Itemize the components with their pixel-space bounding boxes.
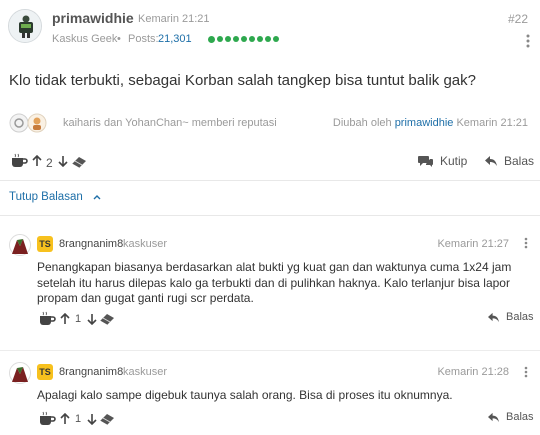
reputation-bar xyxy=(208,35,279,43)
comment-line: Penangkapan biasanya berdasarkan alat bu… xyxy=(37,260,512,274)
reply-label: Balas xyxy=(504,154,535,168)
comment-rank: kaskuser xyxy=(123,238,168,250)
reputation-giver-avatars[interactable] xyxy=(8,112,50,134)
user-avatar[interactable] xyxy=(8,9,42,43)
quote-label: Kutip xyxy=(440,154,468,168)
edited-label: Diubah oleh xyxy=(332,117,392,129)
comment-reply-button[interactable]: Balas xyxy=(487,311,534,323)
vote-count: 1 xyxy=(75,413,82,425)
coffee-cup-icon[interactable] xyxy=(39,411,57,427)
ts-badge: TS xyxy=(37,364,53,380)
comment-time: Kemarin 21:28 xyxy=(437,366,509,378)
posts-label: Posts: xyxy=(128,33,159,45)
reply-label: Balas xyxy=(506,411,534,423)
comment-line: propam dan gugat ganti rugi scr perdata. xyxy=(37,291,254,305)
coffee-cup-icon[interactable] xyxy=(11,153,29,169)
comment-line: Apalagi kalo sampe digebuk taunya salah … xyxy=(37,388,453,402)
comment-avatar[interactable] xyxy=(9,362,31,384)
vote-count: 2 xyxy=(46,156,53,170)
eraser-icon[interactable] xyxy=(70,155,88,169)
arrow-down-icon[interactable] xyxy=(58,155,68,167)
reply-arrow-icon xyxy=(487,412,500,423)
more-vertical-icon[interactable] xyxy=(526,34,530,48)
comment-reply-button[interactable]: Balas xyxy=(487,411,534,423)
post-number[interactable]: #22 xyxy=(508,12,528,26)
toggle-replies-button[interactable]: Tutup Balasan xyxy=(9,191,101,203)
reply-button[interactable]: Balas xyxy=(484,154,534,168)
speech-bubbles-icon xyxy=(418,154,434,168)
toggle-replies-label: Tutup Balasan xyxy=(9,191,83,203)
edited-info: Diubah oleh primawidhie Kemarin 21:21 xyxy=(333,117,528,129)
comment-line: setelah itu harus dilepas kalo ga terbuk… xyxy=(37,275,510,290)
reputation-dot xyxy=(241,36,247,42)
arrow-down-icon[interactable] xyxy=(87,413,97,425)
comment-username[interactable]: 8rangnanim8 xyxy=(59,366,123,378)
vote-count: 1 xyxy=(75,313,82,325)
coffee-cup-icon[interactable] xyxy=(39,311,57,327)
arrow-down-icon[interactable] xyxy=(87,313,97,325)
post-username[interactable]: primawidhie xyxy=(52,10,134,26)
ts-badge: TS xyxy=(37,236,53,252)
comment-body: Apalagi kalo sampe digebuk taunya salah … xyxy=(37,388,453,404)
divider xyxy=(0,180,540,181)
separator-dot: • xyxy=(117,33,121,45)
reputation-givers-text[interactable]: kaiharis dan YohanChan~ memberi reputasi xyxy=(63,117,277,129)
arrow-up-icon[interactable] xyxy=(60,313,70,325)
post-body: Klo tidak terbukti, sebagai Korban salah… xyxy=(9,72,476,89)
reputation-dot xyxy=(273,36,279,42)
eraser-icon[interactable] xyxy=(98,412,116,426)
reply-arrow-icon xyxy=(484,155,498,167)
comment-username[interactable]: 8rangnanim8 xyxy=(59,238,123,250)
edited-user[interactable]: primawidhie xyxy=(395,117,454,129)
divider xyxy=(0,350,540,351)
posts-count: 21,301 xyxy=(158,33,192,45)
arrow-up-icon[interactable] xyxy=(60,413,70,425)
reputation-dot xyxy=(217,36,223,42)
reputation-dot xyxy=(208,35,215,43)
reputation-dot xyxy=(225,36,231,42)
chevron-up-icon xyxy=(93,194,101,200)
more-vertical-icon[interactable] xyxy=(524,366,528,378)
eraser-icon[interactable] xyxy=(98,312,116,326)
reply-arrow-icon xyxy=(487,312,500,323)
comment-time: Kemarin 21:27 xyxy=(437,238,509,250)
reputation-dot xyxy=(265,36,271,42)
avatar-image xyxy=(9,10,41,42)
quote-button[interactable]: Kutip xyxy=(418,154,467,168)
reputation-dot xyxy=(249,36,255,42)
comment-body: Penangkapan biasanya berdasarkan alat bu… xyxy=(37,260,511,307)
user-rank: Kaskus Geek xyxy=(52,33,118,45)
divider xyxy=(0,215,540,216)
more-vertical-icon[interactable] xyxy=(524,237,528,249)
comment-rank: kaskuser xyxy=(123,366,168,378)
reputation-dot xyxy=(257,36,263,42)
edited-time: Kemarin 21:21 xyxy=(456,117,528,129)
arrow-up-icon[interactable] xyxy=(32,155,42,167)
reply-label: Balas xyxy=(506,311,534,323)
reputation-dot xyxy=(233,36,239,42)
post-time: Kemarin 21:21 xyxy=(138,13,210,25)
comment-avatar[interactable] xyxy=(9,234,31,256)
